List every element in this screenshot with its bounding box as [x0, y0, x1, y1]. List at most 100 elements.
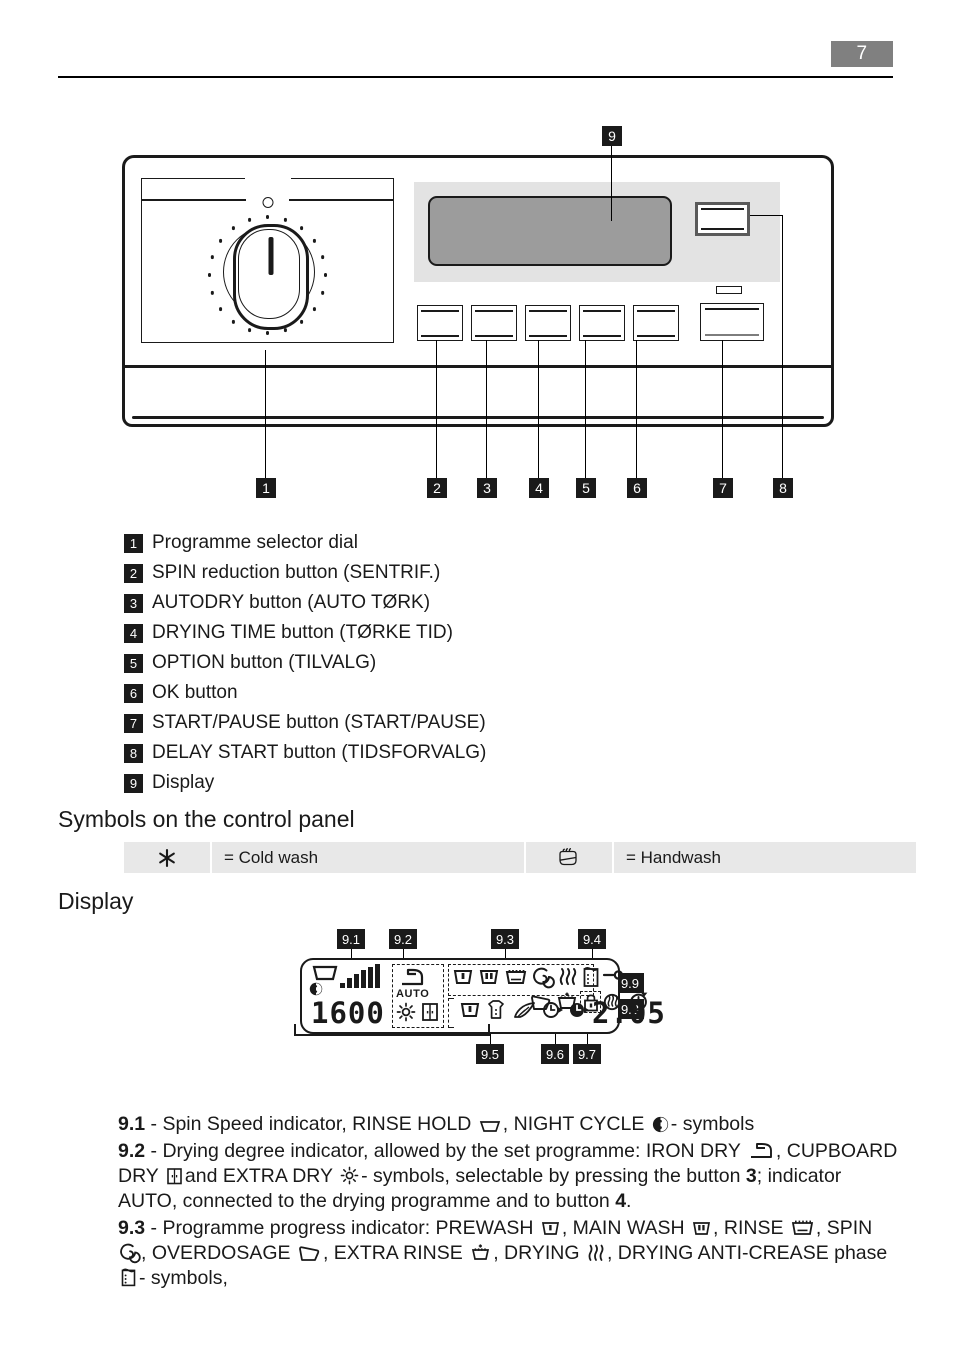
leader-5: [585, 340, 587, 478]
night-cycle-inline-icon: [652, 1116, 668, 1133]
dial-tick: [231, 226, 236, 230]
delay-start-icon: [543, 1002, 563, 1018]
legend-chip-7: 7: [124, 713, 143, 733]
drying-inline-icon: [588, 1244, 604, 1261]
legend-label-9: Display: [152, 772, 215, 793]
handwash-label: = Handwash: [614, 842, 916, 873]
programme-selector-dial[interactable]: [203, 210, 333, 340]
legend-row-9: 9 Display: [124, 768, 724, 798]
night-cycle-icon: [309, 982, 323, 996]
legend-row-6: 6 OK button: [124, 678, 724, 708]
legend-row-2: 2 SPIN reduction button (SENTRIF.): [124, 558, 724, 588]
rinse-hold-inline-icon: [479, 1121, 500, 1132]
dial-tick: [218, 239, 223, 243]
delay-start-button[interactable]: [695, 202, 750, 236]
legend-chip-4: 4: [124, 623, 143, 643]
dial-tick: [299, 226, 304, 230]
notch-line-left: [142, 199, 246, 201]
legend-label-8: DELAY START button (TIDSFORVALG): [152, 742, 487, 763]
main-wash-inline-icon: [693, 1222, 711, 1235]
dial-knob-inner: [237, 229, 300, 319]
callout-9-5: 9.5: [476, 1044, 504, 1064]
dial-tick: [247, 328, 252, 332]
panel-skirt: [122, 365, 834, 427]
desc-9-3-part3: , RINSE: [713, 1217, 784, 1239]
heading-symbols: Symbols on the control panel: [58, 806, 355, 832]
control-panel-illustration: [122, 155, 834, 427]
dial-tick: [210, 291, 215, 295]
autodry-button[interactable]: [471, 305, 517, 341]
auto-indicator-label: AUTO: [396, 988, 430, 1000]
leader-3: [486, 340, 488, 478]
bottom-group-edge: [448, 998, 454, 1028]
leader-9: [611, 146, 613, 221]
legend-chip-2: 2: [124, 563, 143, 583]
callout-9-6: 9.6: [541, 1044, 569, 1064]
bracket-9-5-right: [488, 1024, 490, 1035]
delay-start-active-icon: [570, 1003, 589, 1017]
manual-page: 7 9 1 2 3 4 5 6 7 8 1 Programme selector…: [0, 0, 954, 1352]
main-wash-icon: [479, 970, 499, 984]
anti-crease-shirt-icon: [488, 1000, 504, 1019]
callout-9-2: 9.2: [389, 929, 417, 949]
desc-9-3-part7: , DRYING: [493, 1242, 580, 1264]
legend-label-4: DRYING TIME button (TØRKE TID): [152, 622, 453, 643]
dial-tick: [210, 255, 215, 259]
callout-6: 6: [627, 478, 647, 498]
description-9-1: 9.1 - Spin Speed indicator, RINSE HOLD ,…: [118, 1112, 900, 1137]
dial-tick: [283, 218, 288, 222]
desc-9-1-part2: , NIGHT CYCLE: [502, 1113, 645, 1135]
prewash-icon: [453, 970, 473, 984]
desc-9-2-ref2: 4: [615, 1190, 627, 1212]
start-pause-button[interactable]: [700, 303, 764, 341]
callout-9-4: 9.4: [578, 929, 606, 949]
dial-tick: [320, 291, 325, 295]
option-button[interactable]: [579, 305, 625, 341]
drying-time-button[interactable]: [525, 305, 571, 341]
callout-5: 5: [576, 478, 596, 498]
time-value: 2.05: [592, 996, 666, 1030]
ok-button[interactable]: [633, 305, 679, 341]
legend-list: 1 Programme selector dial 2 SPIN reduction …: [124, 528, 724, 798]
callout-2: 2: [427, 478, 447, 498]
cupboard-dry-icon: [422, 1003, 438, 1021]
legend-chip-1: 1: [124, 533, 143, 553]
header-rule: [58, 76, 893, 78]
rinse-hold-icon: [602, 970, 624, 980]
desc-9-2-part6: .: [626, 1190, 632, 1212]
legend-chip-6: 6: [124, 683, 143, 703]
dial-tick: [320, 255, 325, 259]
spin-inline-icon: [120, 1243, 141, 1264]
hand-wash-icon: [559, 847, 577, 865]
extra-dry-sun-inline-icon: [340, 1166, 359, 1185]
description-9-3: 9.3 - Programme progress indicator: PREW…: [118, 1216, 900, 1291]
spin-reduction-button[interactable]: [417, 305, 463, 341]
legend-label-1: Programme selector dial: [152, 532, 358, 553]
legend-row-3: 3 AUTODRY button (AUTO TØRK): [124, 588, 724, 618]
dial-tick: [218, 307, 223, 311]
handwash-icon-cell: [526, 842, 612, 873]
symbols-table: = Cold wash = Handwash: [124, 842, 916, 873]
legend-row-4: 4 DRYING TIME button (TØRKE TID): [124, 618, 724, 648]
start-pause-led-icon: [716, 286, 742, 294]
callout-3: 3: [477, 478, 497, 498]
callout-4: 4: [529, 478, 549, 498]
drying-anti-crease-icon: [583, 967, 599, 987]
display-zone: [414, 182, 780, 282]
leader-8-vert: [782, 215, 784, 478]
desc-9-1-part3: - symbols: [670, 1113, 755, 1135]
dial-tick: [299, 320, 304, 324]
drying-icon: [559, 968, 577, 985]
extra-dry-sun-icon: [396, 1002, 416, 1022]
desc-9-3-part4: , SPIN: [815, 1217, 873, 1239]
callout-1: 1: [256, 478, 276, 498]
dial-plate-notch: [244, 177, 291, 199]
prewash-inline-icon: [541, 1222, 559, 1235]
drying-anti-crease-inline-icon: [121, 1268, 136, 1287]
legend-chip-8: 8: [124, 743, 143, 763]
desc-9-3-part2: , MAIN WASH: [561, 1217, 685, 1239]
leader-8-horz: [750, 215, 783, 217]
legend-row-5: 5 OPTION button (TILVALG): [124, 648, 724, 678]
iron-dry-icon: [402, 968, 424, 986]
legend-label-7: START/PAUSE button (START/PAUSE): [152, 712, 486, 733]
